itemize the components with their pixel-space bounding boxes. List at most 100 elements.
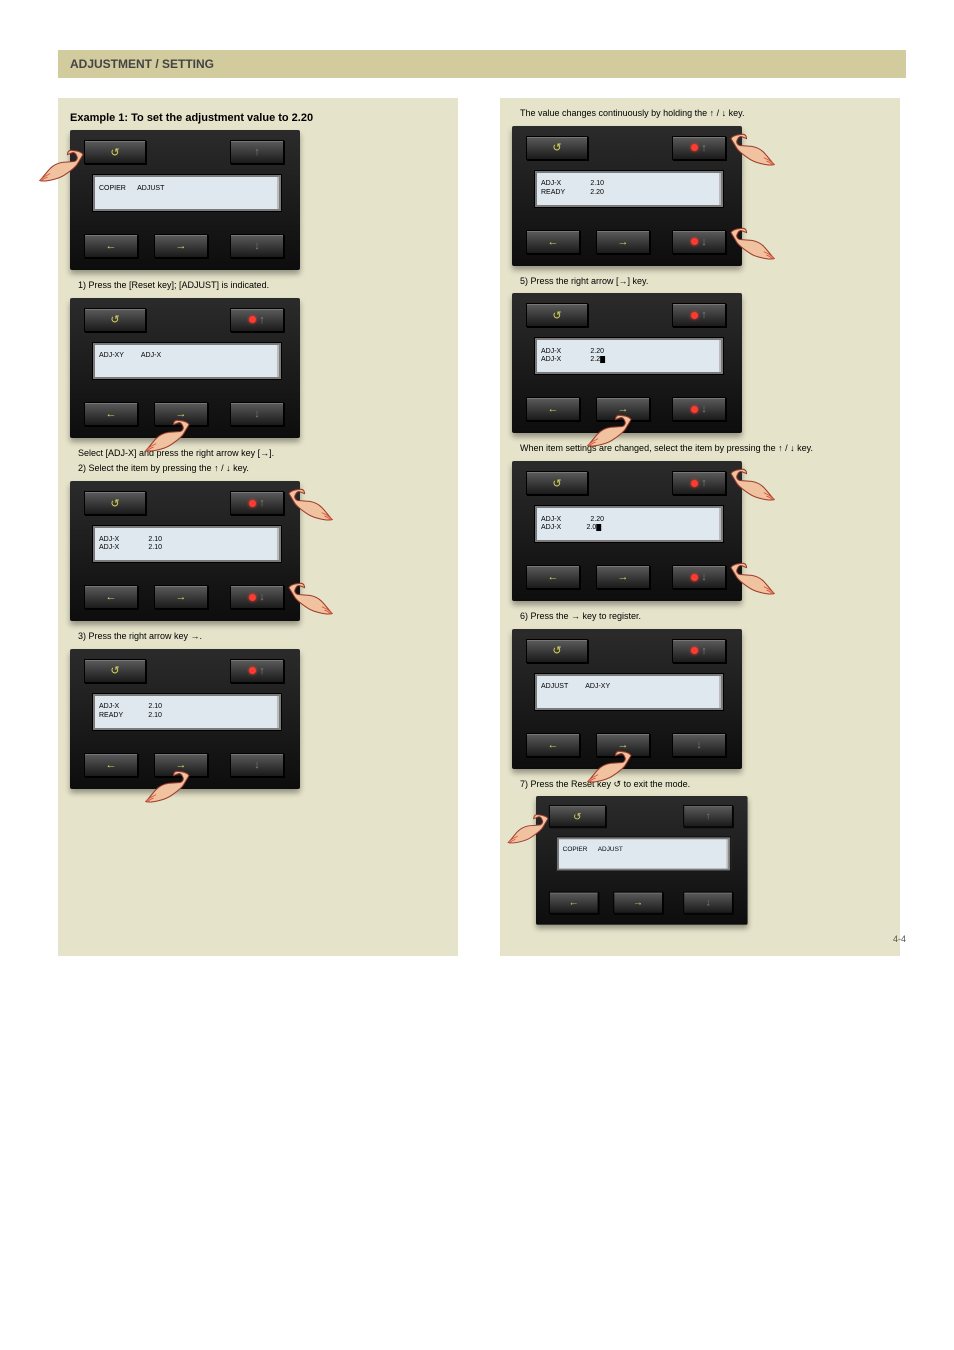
arrow-left-icon: ← [106,591,117,603]
panel-wrap: ↺ ↑ ADJ-X 2.20 ADJ-X 2.0█ ← → ↓ [512,461,888,601]
lcd-line1: ADJ-X 2.10 [541,180,717,188]
left-button[interactable]: ← [84,585,138,609]
down-button[interactable]: ↓ [230,234,284,258]
arrow-right-icon: → [176,591,187,603]
control-panel: ↺ ↑ ADJ-X 2.10 READY 2.10 ← → ↓ [70,649,300,789]
led-dot [691,312,698,319]
up-button[interactable]: ↑ [672,303,726,327]
lcd-line1: ADJUST ADJ-XY [541,683,717,691]
lcd-line2: ADJ-X 2.10 [99,544,275,552]
down-button[interactable]: ↓ [672,230,726,254]
up-button[interactable]: ↑ [230,140,284,164]
arrow-up-icon: ↑ [701,309,707,321]
arrow-left-icon: ← [106,759,117,771]
arrow-up-icon: ↑ [259,314,265,326]
up-button[interactable]: ↑ [672,136,726,160]
lcd-line2 [99,361,275,369]
reset-button[interactable]: ↺ [526,136,588,160]
step-text: 6) Press the → key to register. [520,611,886,623]
panel-wrap: ↺ ↑ ADJ-X 2.20 ADJ-X 2.2█ ← → ↓ [512,293,888,433]
left-button[interactable]: ← [549,892,599,914]
arrow-up-icon: ↑ [706,811,711,822]
lcd-display: ADJ-X 2.10 READY 2.10 [92,693,282,731]
arrow-down-icon: ↓ [259,591,265,603]
reset-button[interactable]: ↺ [84,308,146,332]
right-button[interactable]: → [613,892,663,914]
panel-wrap: ↺ ↑ COPIER ADJUST ← → ↓ [536,796,888,936]
right-button[interactable]: → [154,585,208,609]
reset-button[interactable]: ↺ [549,806,606,828]
arrow-up-icon: ↑ [259,497,265,509]
down-button[interactable]: ↓ [230,753,284,777]
arrow-down-inline: ↓ [722,108,727,118]
reset-button[interactable]: ↺ [526,471,588,495]
hand-pointer [724,559,776,597]
arrow-down-icon: ↓ [254,759,260,771]
arrow-left-icon: ← [106,408,117,420]
left-button[interactable]: ← [84,753,138,777]
arrow-left-icon: ← [106,240,117,252]
arrow-left-icon: ← [548,403,559,415]
up-button[interactable]: ↑ [683,806,733,828]
hand-pointer [282,579,334,617]
reset-button[interactable]: ↺ [84,140,146,164]
left-button[interactable]: ← [526,397,580,421]
title-bar: ADJUSTMENT / SETTING [58,50,906,78]
down-button[interactable]: ↓ [672,733,726,757]
lcd-line2: READY 2.10 [99,712,275,720]
reset-icon: ↺ [573,811,581,823]
led-dot [691,480,698,487]
down-button[interactable]: ↓ [230,585,284,609]
hand-pointer [724,465,776,503]
arrow-down-icon: ↓ [706,898,711,909]
up-button[interactable]: ↑ [672,471,726,495]
hand-pointer [724,224,776,262]
arrow-down-icon: ↓ [254,408,260,420]
lcd-line2 [563,854,725,862]
hand-pointer [586,411,638,449]
lcd-display: ADJ-X 2.20 ADJ-X 2.2█ [534,337,724,375]
left-button[interactable]: ← [526,733,580,757]
up-button[interactable]: ↑ [230,659,284,683]
down-button[interactable]: ↓ [683,892,733,914]
left-button[interactable]: ← [84,402,138,426]
reset-button[interactable]: ↺ [526,303,588,327]
control-panel: ↺ ↑ ADJ-X 2.20 ADJ-X 2.0█ ← → ↓ [512,461,742,601]
lcd-display: ADJ-XY ADJ-X [92,342,282,380]
down-button[interactable]: ↓ [230,402,284,426]
reset-button[interactable]: ↺ [84,659,146,683]
right-button[interactable]: → [154,234,208,258]
step-text: 2) Select the item by pressing the ↑ / ↓… [78,463,444,475]
lcd-line1: ADJ-XY ADJ-X [99,352,275,360]
reset-button[interactable]: ↺ [526,639,588,663]
up-button[interactable]: ↑ [672,639,726,663]
reset-button[interactable]: ↺ [84,491,146,515]
hand-pointer [724,130,776,168]
right-button[interactable]: → [596,230,650,254]
lcd-line2: ADJ-X 2.0█ [541,524,717,532]
left-button[interactable]: ← [526,565,580,589]
left-button[interactable]: ← [84,234,138,258]
reset-icon: ↺ [552,477,561,490]
arrow-down-icon: ↓ [701,403,707,415]
step-text: When item settings are changed, select t… [520,443,886,455]
down-button[interactable]: ↓ [672,397,726,421]
arrow-left-icon: ← [548,236,559,248]
control-panel: ↺ ↑ ADJ-X 2.20 ADJ-X 2.2█ ← → ↓ [512,293,742,433]
reset-icon: ↺ [110,497,119,510]
page-footer: 4-4 [893,934,906,944]
right-button[interactable]: → [596,565,650,589]
led-dot [691,144,698,151]
left-button[interactable]: ← [526,230,580,254]
panel-wrap: ↺ ↑ ADJ-X 2.10 ADJ-X 2.10 ← → ↓ [70,481,446,621]
hand-pointer [38,146,90,184]
up-button[interactable]: ↑ [230,308,284,332]
lcd-display: COPIER ADJUST [556,837,731,872]
down-button[interactable]: ↓ [672,565,726,589]
up-button[interactable]: ↑ [230,491,284,515]
hand-pointer [282,485,334,523]
led-dot [249,594,256,601]
columns: Example 1: To set the adjustment value t… [58,98,906,956]
arrow-up-icon: ↑ [701,477,707,489]
lcd-display: ADJUST ADJ-XY [534,673,724,711]
